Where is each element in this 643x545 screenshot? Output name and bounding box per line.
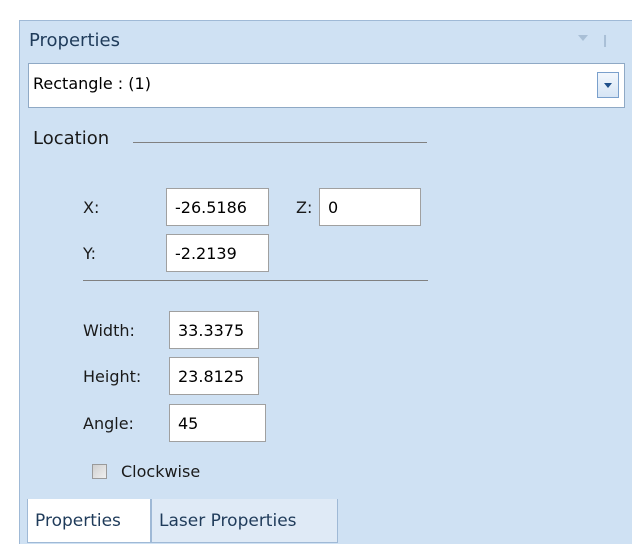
x-field[interactable]: -26.5186 [166, 188, 269, 226]
tab-laser-properties-label: Laser Properties [159, 511, 297, 531]
properties-panel: Properties ❙ Rectangle : (1) Location X:… [19, 20, 632, 544]
clockwise-label[interactable]: Clockwise [121, 462, 200, 481]
angle-field[interactable]: 45 [169, 404, 266, 442]
width-field[interactable]: 33.3375 [169, 311, 259, 349]
tab-properties-label: Properties [35, 511, 121, 531]
section-divider [83, 280, 428, 281]
panel-tabstrip: Properties Laser Properties [20, 499, 632, 545]
tab-laser-properties[interactable]: Laser Properties [151, 499, 338, 543]
selector-dropdown-button[interactable] [597, 72, 619, 98]
tab-properties[interactable]: Properties [27, 499, 151, 543]
pin-icon[interactable]: ❙ [600, 33, 610, 47]
chevron-down-icon [604, 83, 612, 88]
location-group-title: Location [33, 128, 110, 149]
x-label: X: [83, 198, 100, 217]
clockwise-checkbox[interactable] [92, 464, 107, 479]
panel-title: Properties [29, 30, 120, 51]
y-label: Y: [83, 244, 97, 263]
panel-titlebar: Properties ❙ [20, 21, 632, 61]
object-selector-value: Rectangle : (1) [33, 74, 151, 93]
location-group-divider [133, 142, 427, 143]
angle-label: Angle: [83, 414, 134, 433]
y-field[interactable]: -2.2139 [166, 234, 269, 272]
width-label: Width: [83, 321, 135, 340]
z-field[interactable]: 0 [319, 188, 421, 226]
height-label: Height: [83, 367, 142, 386]
z-label: Z: [296, 198, 313, 217]
object-selector[interactable]: Rectangle : (1) [28, 63, 625, 108]
height-field[interactable]: 23.8125 [169, 357, 259, 395]
dropdown-arrow-icon[interactable] [578, 35, 588, 41]
